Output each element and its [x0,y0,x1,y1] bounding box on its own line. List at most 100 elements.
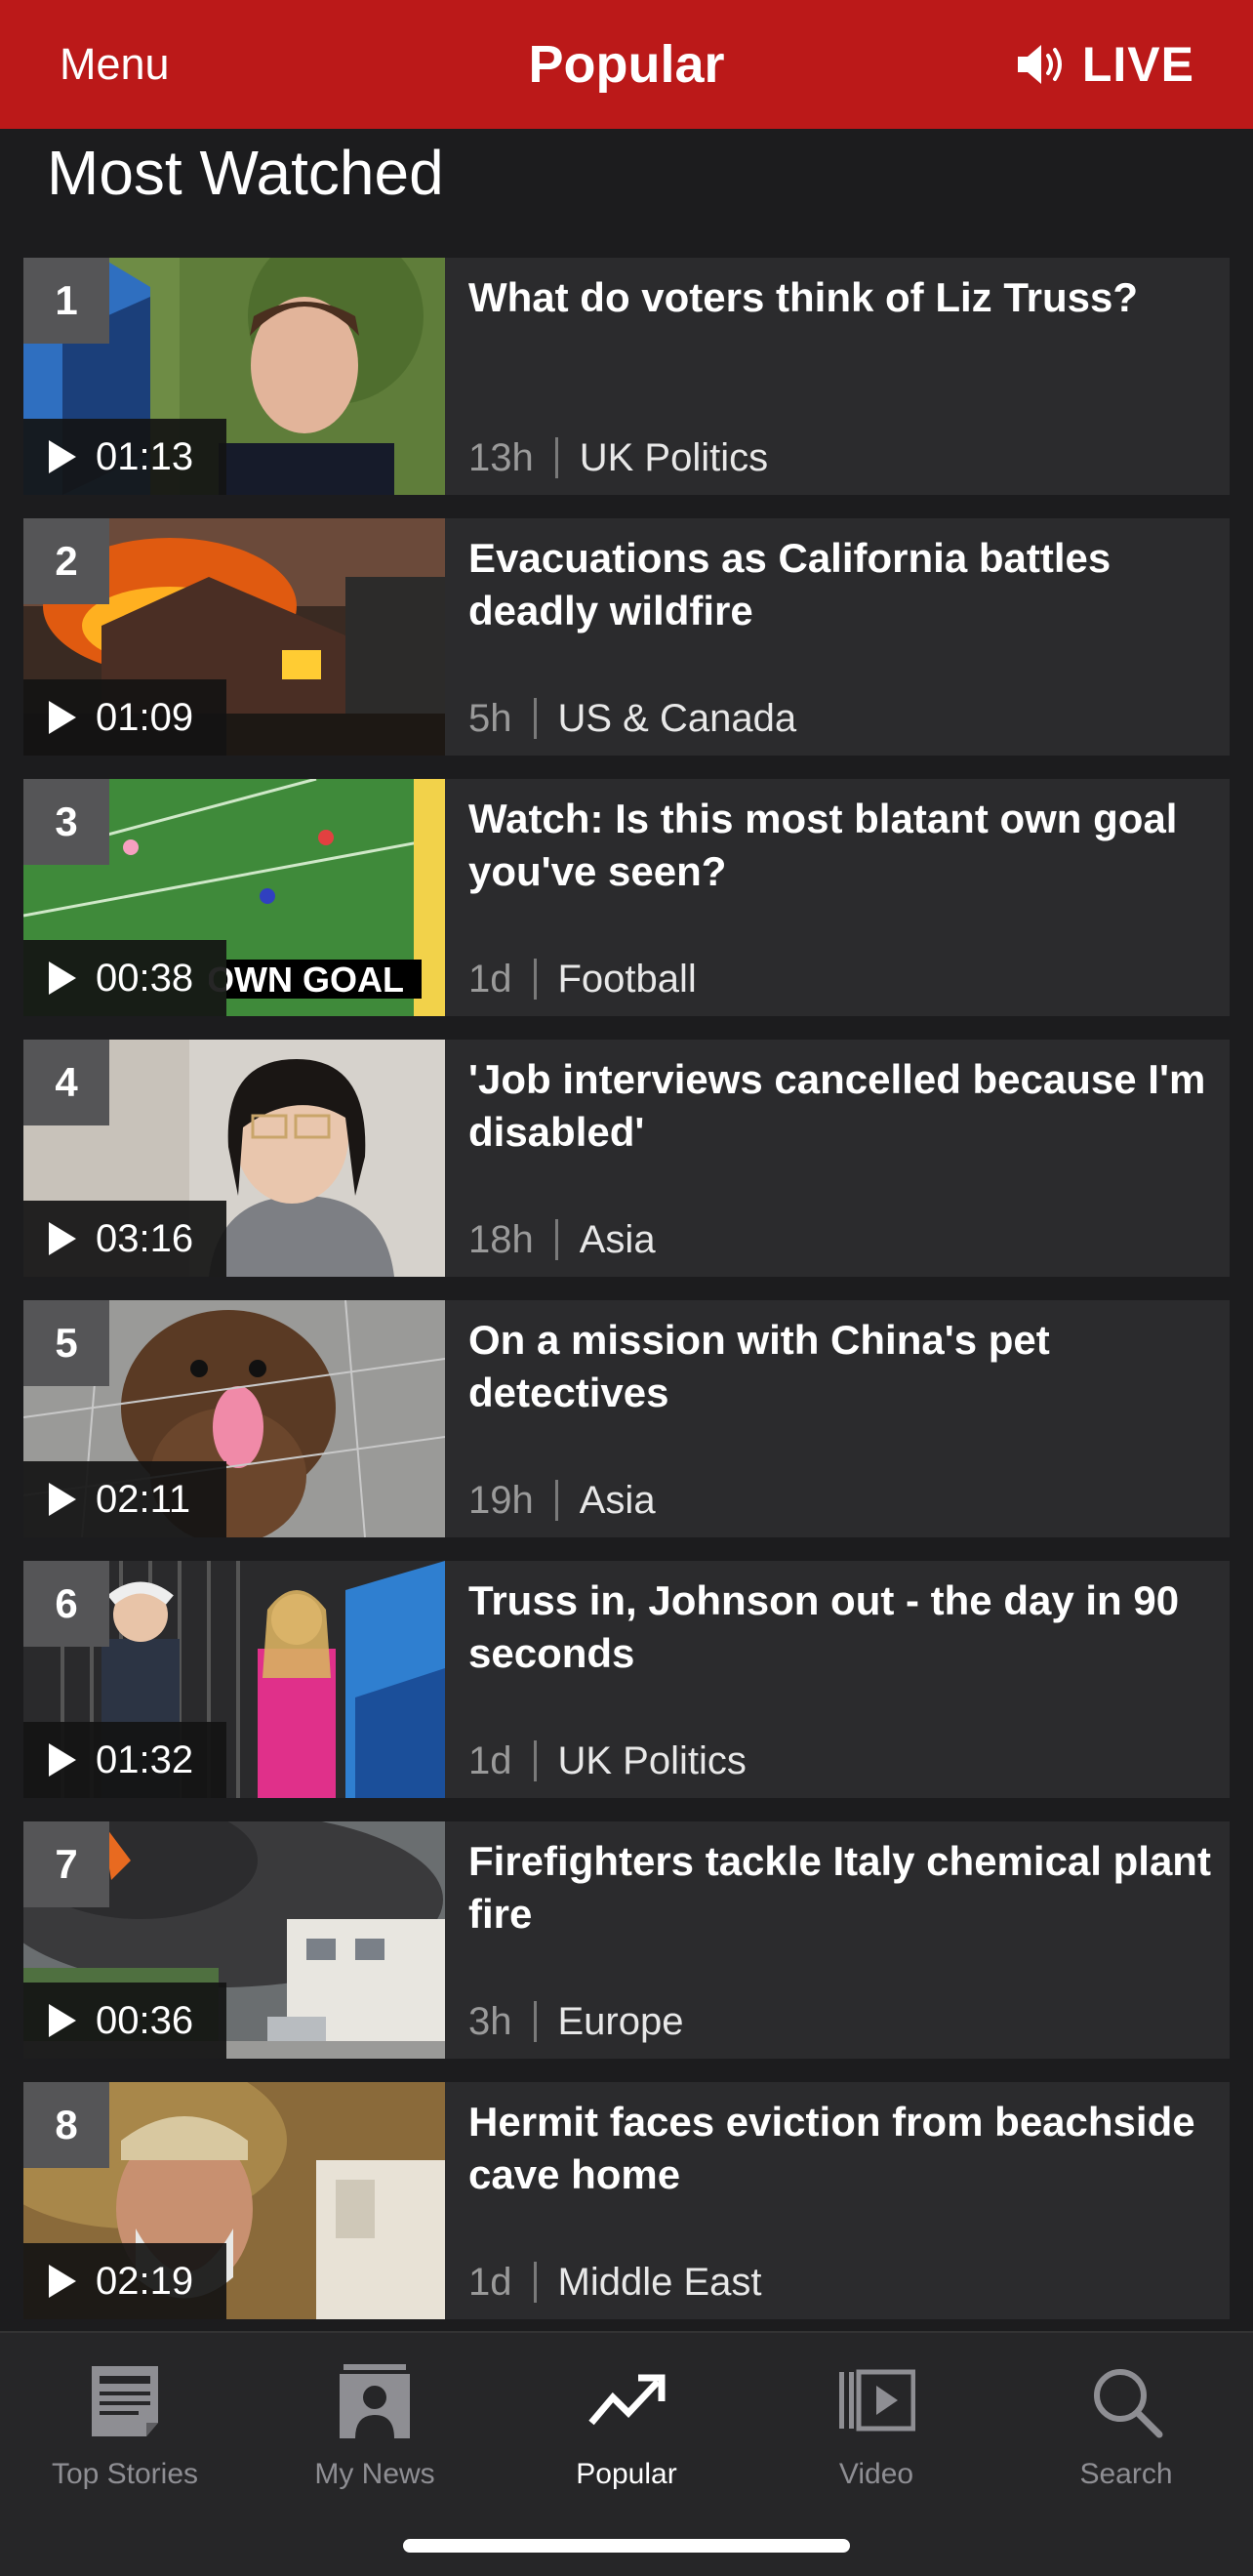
play-icon [49,1743,76,1777]
duration-badge: 00:36 [23,1983,226,2059]
duration-badge: 02:19 [23,2243,226,2319]
home-indicator [403,2539,850,2553]
video-meta: 1d UK Politics [468,1732,747,1790]
duration-badge: 00:38 [23,940,226,1016]
timestamp: 18h [468,1218,534,1261]
video-item[interactable]: 2 01:09 Evacuations as California battle… [23,518,1230,756]
timestamp: 3h [468,2000,512,2043]
category-link[interactable]: Football [558,950,697,1008]
play-icon [49,961,76,995]
video-title: Hermit faces eviction from beachside cav… [468,2099,1195,2197]
tab-my-news[interactable]: My News [250,2352,500,2499]
person-news-icon [340,2364,410,2438]
video-thumbnail: 7 00:36 [23,1821,445,2059]
video-icon [839,2369,915,2432]
tab-popular[interactable]: Popular [502,2352,751,2499]
section-title: Most Watched [47,138,444,208]
rank-badge: 1 [23,258,109,344]
duration-text: 00:38 [96,956,194,1000]
live-label: LIVE [1081,37,1194,92]
newspaper-icon [92,2366,158,2436]
video-thumbnail: 5 02:11 [23,1300,445,1537]
thumbnail-caption: OWN GOAL [209,961,404,1000]
video-item[interactable]: 7 00:36 Firefighters tackle Italy chemic… [23,1821,1230,2059]
tab-top-stories[interactable]: Top Stories [0,2352,250,2499]
tab-label: Video [838,2458,914,2490]
video-title: Truss in, Johnson out - the day in 90 se… [468,1577,1180,1676]
video-item[interactable]: 8 02:19 Hermit faces eviction from beach… [23,2082,1230,2319]
video-item[interactable]: 1 01:13 What do voters think of Liz Trus… [23,258,1230,495]
tab-video[interactable]: Video [751,2352,1001,2499]
duration-text: 02:11 [96,1477,191,1521]
category-link[interactable]: US & Canada [558,689,797,748]
play-icon [49,701,76,734]
video-meta: 13h UK Politics [468,429,768,487]
category-link[interactable]: Europe [558,1992,684,2051]
video-title: 'Job interviews cancelled because I'm di… [468,1056,1206,1155]
video-thumbnail: 6 01:32 [23,1561,445,1798]
play-icon [49,2265,76,2298]
divider [533,2262,537,2303]
video-meta: 5h US & Canada [468,689,796,748]
category-link[interactable]: UK Politics [558,1732,747,1790]
video-meta: 18h Asia [468,1210,656,1269]
timestamp: 1d [468,1739,512,1782]
duration-badge: 01:09 [23,679,226,756]
video-title: Evacuations as California battles deadly… [468,535,1112,634]
video-item[interactable]: 6 01:32 Truss in, Johnson out - the day … [23,1561,1230,1798]
top-bar: Menu Popular LIVE [0,0,1253,129]
play-icon [49,440,76,473]
duration-text: 01:32 [96,1738,194,1781]
video-thumbnail: 8 02:19 [23,2082,445,2319]
live-button[interactable]: LIVE [1016,0,1194,129]
video-title: What do voters think of Liz Truss? [468,274,1139,320]
video-title: Watch: Is this most blatant own goal you… [468,796,1178,894]
rank-badge: 2 [23,518,109,604]
category-link[interactable]: Middle East [558,2253,762,2311]
video-item[interactable]: OWN GOAL 3 00:38 Watch: Is this most bla… [23,779,1230,1016]
video-item[interactable]: 4 03:16 'Job interviews cancelled becaus… [23,1040,1230,1277]
timestamp: 1d [468,958,512,1001]
divider [533,698,537,739]
tab-search[interactable]: Search [1001,2352,1251,2499]
video-title: On a mission with China's pet detectives [468,1317,1050,1415]
divider [554,437,558,478]
video-meta: 3h Europe [468,1992,683,2051]
duration-text: 00:36 [96,1998,194,2042]
category-link[interactable]: Asia [580,1471,656,1530]
search-icon [1094,2369,1163,2438]
trending-icon [588,2374,666,2426]
play-icon [49,1222,76,1255]
duration-text: 01:09 [96,695,194,739]
rank-badge: 7 [23,1821,109,1907]
rank-badge: 5 [23,1300,109,1386]
duration-text: 02:19 [96,2259,194,2303]
timestamp: 19h [468,1479,534,1522]
video-meta: 19h Asia [468,1471,656,1530]
category-link[interactable]: Asia [580,1210,656,1269]
category-link[interactable]: UK Politics [580,429,768,487]
divider [554,1480,558,1521]
timestamp: 13h [468,436,534,479]
play-icon [49,1483,76,1516]
menu-button[interactable]: Menu [60,0,170,129]
duration-text: 01:13 [96,434,194,478]
video-item[interactable]: 5 02:11 On a mission with China's pet de… [23,1300,1230,1537]
tab-label: Top Stories [51,2458,199,2490]
tab-label: My News [314,2458,435,2490]
video-meta: 1d Middle East [468,2253,761,2311]
video-title: Firefighters tackle Italy chemical plant… [468,1838,1211,1937]
tab-label: Popular [576,2458,677,2490]
rank-badge: 6 [23,1561,109,1647]
duration-badge: 02:11 [23,1461,226,1537]
speaker-icon [1017,45,1062,84]
divider [533,959,537,1000]
video-meta: 1d Football [468,950,697,1008]
tab-label: Search [1079,2458,1173,2490]
video-thumbnail: 1 01:13 [23,258,445,495]
divider [533,2001,537,2042]
video-thumbnail: OWN GOAL 3 00:38 [23,779,445,1016]
divider [533,1740,537,1781]
divider [554,1219,558,1260]
timestamp: 5h [468,697,512,740]
